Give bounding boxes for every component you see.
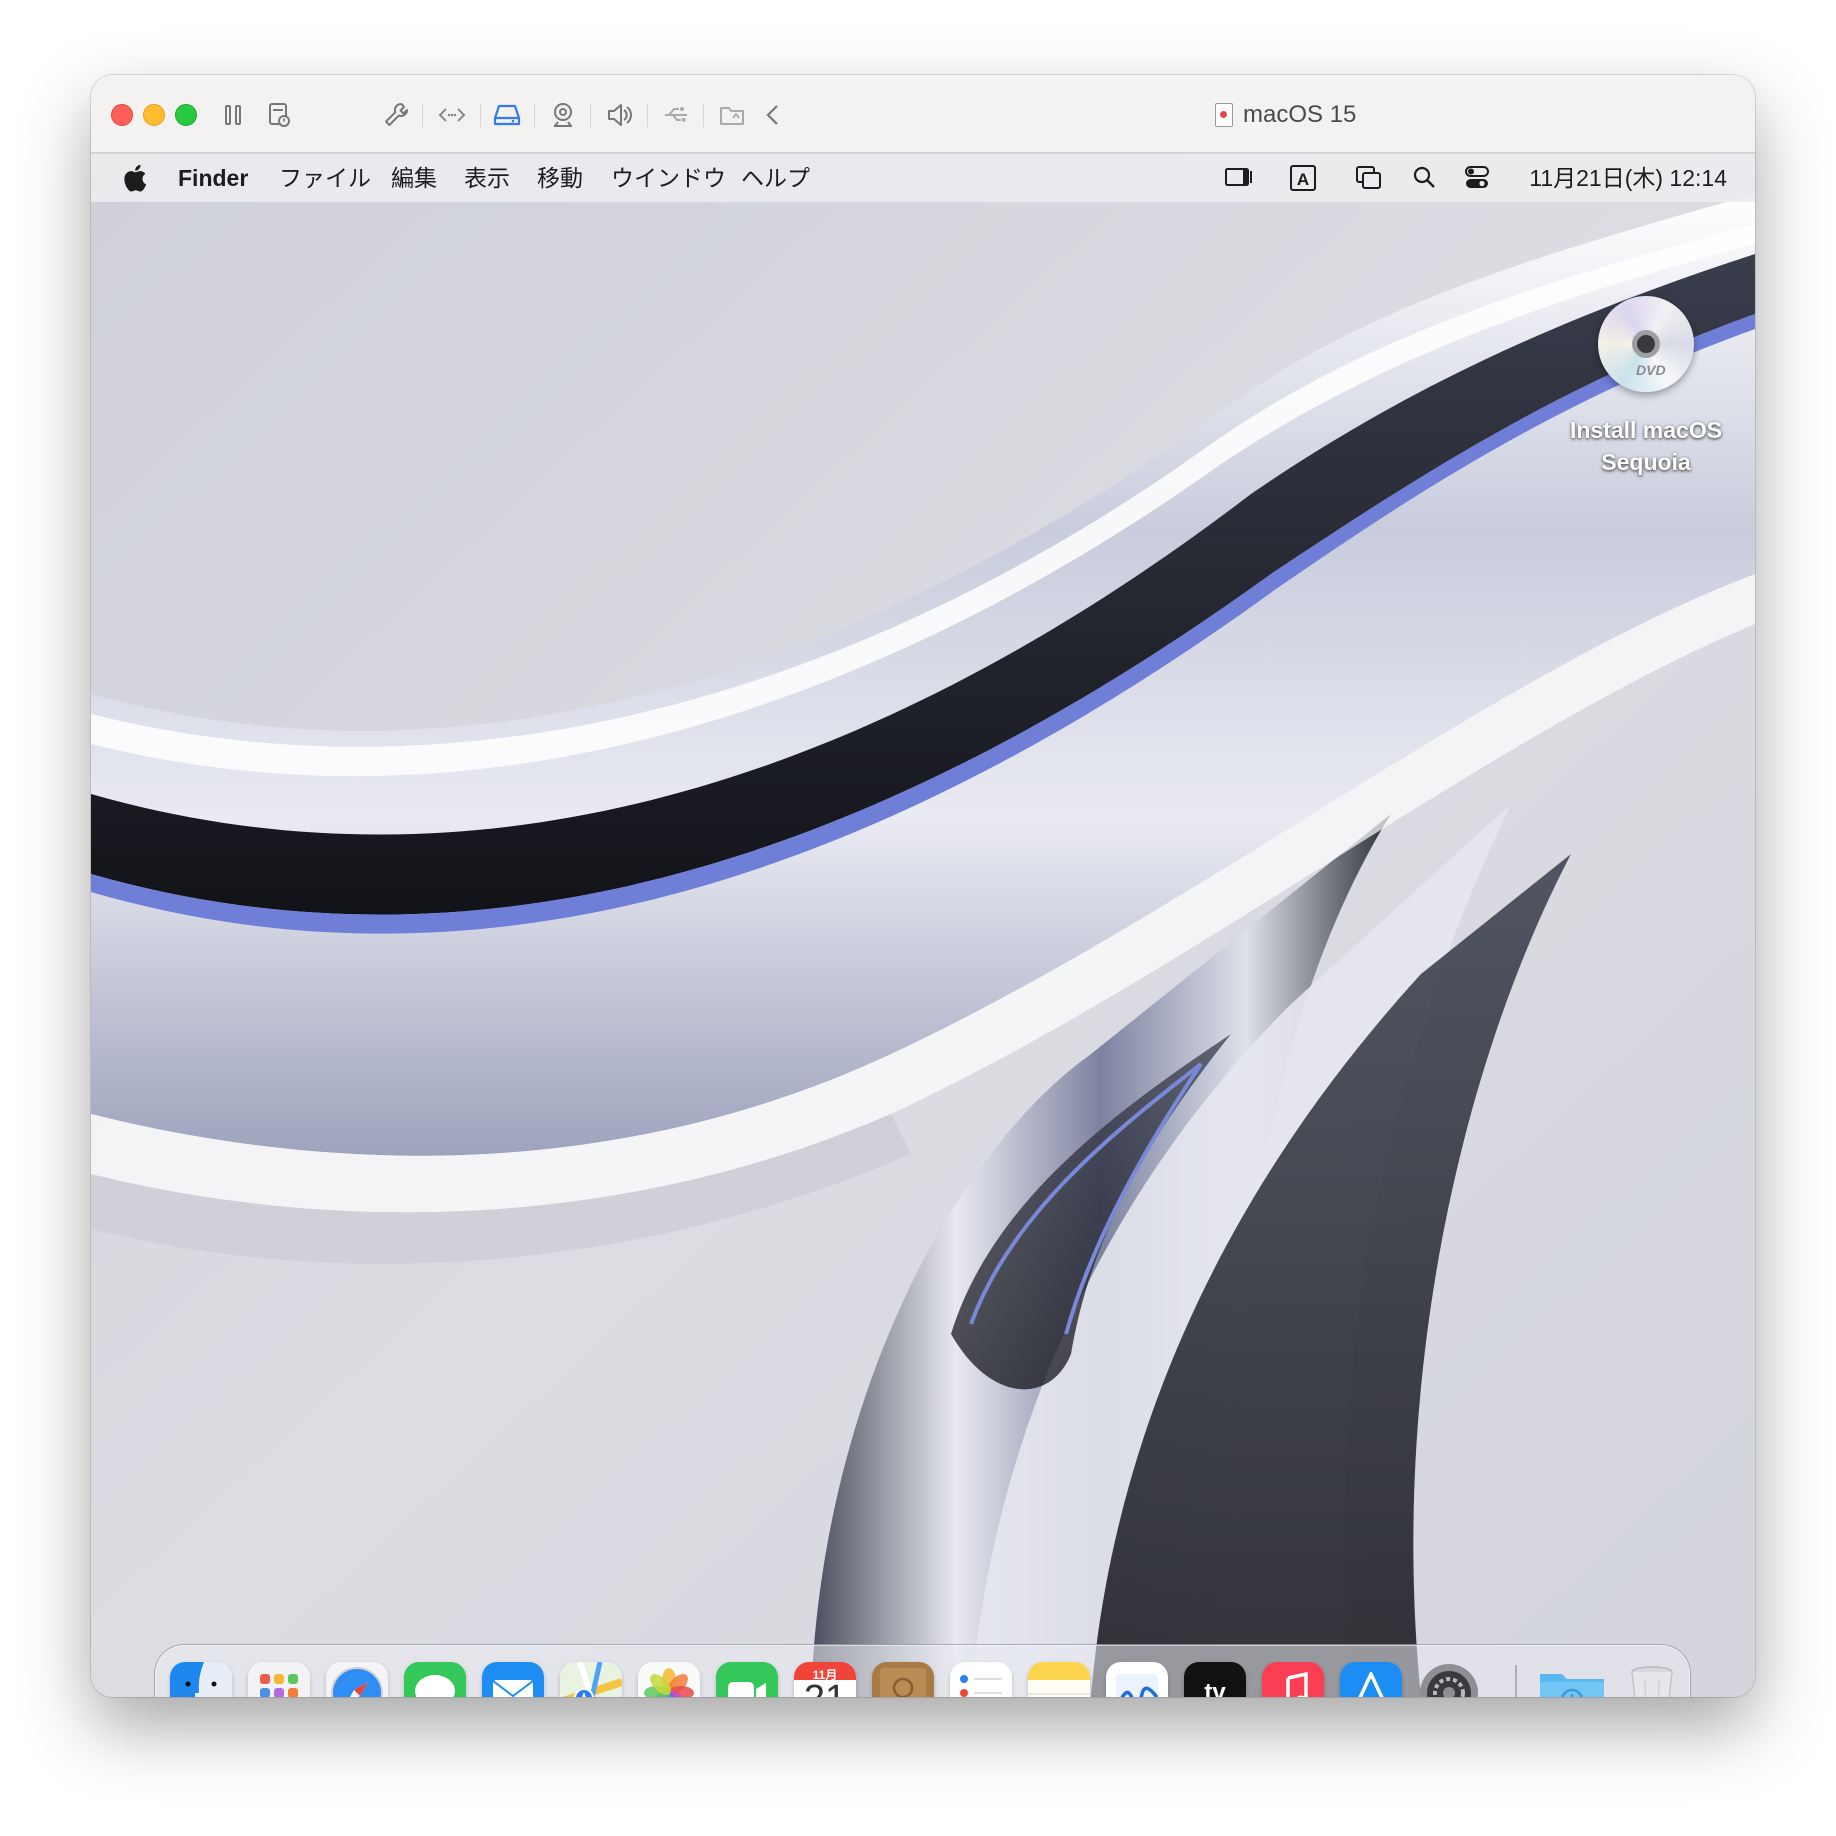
dvd-icon[interactable]: DVD: [1598, 296, 1694, 392]
tv-label: tv: [1204, 1679, 1226, 1697]
document-icon: [1215, 103, 1233, 127]
dvd-label: DVD: [1636, 362, 1666, 378]
chevron-left-icon[interactable]: [755, 97, 791, 133]
photos-icon: [638, 1662, 700, 1697]
freeform-icon: [1106, 1662, 1168, 1697]
music-icon: [1262, 1662, 1324, 1697]
safari-icon: [326, 1662, 388, 1697]
menu-go[interactable]: 移動: [537, 154, 583, 202]
input-source-icon[interactable]: A: [1287, 163, 1319, 193]
desktop-item-label: Install macOS Sequoia: [1561, 414, 1731, 478]
dock: 11月 21 tv: [154, 1644, 1691, 1697]
wrench-icon[interactable]: [378, 97, 414, 133]
dock-downloads[interactable]: [1537, 1662, 1607, 1697]
menubar-clock[interactable]: 11月21日(木) 12:14: [1529, 154, 1727, 202]
reminders-icon: [950, 1662, 1012, 1697]
minimize-button[interactable]: [143, 104, 165, 126]
code-icon[interactable]: [434, 97, 470, 133]
dock-finder[interactable]: [170, 1662, 232, 1697]
camera-icon[interactable]: [545, 97, 581, 133]
dock-system-settings[interactable]: [1418, 1662, 1480, 1697]
mail-icon: [482, 1662, 544, 1697]
window-title-text: macOS 15: [1243, 101, 1357, 128]
shared-folder-icon[interactable]: [714, 97, 750, 133]
contacts-icon: [872, 1662, 934, 1697]
dock-notes[interactable]: [1028, 1662, 1090, 1697]
dock-trash[interactable]: [1621, 1662, 1683, 1697]
dock-safari[interactable]: [326, 1662, 388, 1697]
trash-icon: [1631, 1666, 1673, 1697]
dock-reminders[interactable]: [950, 1662, 1012, 1697]
dock-launchpad[interactable]: [248, 1662, 310, 1697]
dock-messages[interactable]: [404, 1662, 466, 1697]
display-icon[interactable]: [1223, 163, 1255, 193]
app-store-icon: [1340, 1662, 1402, 1697]
dock-calendar[interactable]: 11月 21: [794, 1662, 856, 1697]
control-center-icon[interactable]: [1461, 163, 1493, 193]
dock-maps[interactable]: [560, 1662, 622, 1697]
launchpad-icon: [248, 1662, 310, 1697]
desktop-item-label-line2: Sequoia: [1601, 449, 1691, 475]
apple-menu-icon[interactable]: [121, 163, 147, 193]
menu-view[interactable]: 表示: [464, 154, 510, 202]
desktop-item-install-macos[interactable]: DVD Install macOS Sequoia: [1561, 296, 1731, 478]
gear-icon: [1420, 1664, 1478, 1697]
window-title: macOS 15: [1215, 97, 1356, 133]
dock-facetime[interactable]: [716, 1662, 778, 1697]
pause-icon[interactable]: [215, 97, 251, 133]
guest-desktop: Finder ファイル 編集 表示 移動 ウインドウ ヘルプ A 11月21日(…: [91, 154, 1755, 1697]
downloads-folder-icon: [1540, 1674, 1604, 1697]
menu-finder[interactable]: Finder: [178, 154, 248, 202]
wallpaper: [91, 154, 1755, 1697]
menu-help[interactable]: ヘルプ: [741, 154, 810, 202]
vm-window: macOS 15 Finder ファイル 編集 表示 移動 ウインドウ ヘルプ …: [91, 75, 1755, 1697]
menu-edit[interactable]: 編集: [391, 154, 437, 202]
close-button[interactable]: [111, 104, 133, 126]
dock-freeform[interactable]: [1106, 1662, 1168, 1697]
menu-window[interactable]: ウインドウ: [611, 154, 726, 202]
maps-icon: [560, 1662, 622, 1697]
window-switch-icon[interactable]: [1353, 163, 1385, 193]
desktop-item-label-line1: Install macOS: [1569, 417, 1723, 443]
snapshot-icon[interactable]: [261, 97, 297, 133]
dock-photos[interactable]: [638, 1662, 700, 1697]
dock-mail[interactable]: [482, 1662, 544, 1697]
spotlight-search-icon[interactable]: [1409, 163, 1441, 193]
vm-titlebar: macOS 15: [91, 75, 1755, 153]
finder-icon: [170, 1662, 232, 1697]
facetime-icon: [716, 1662, 778, 1697]
dock-music[interactable]: [1262, 1662, 1324, 1697]
menu-file[interactable]: ファイル: [279, 154, 371, 202]
notes-icon: [1028, 1662, 1090, 1697]
speaker-icon[interactable]: [601, 97, 637, 133]
drive-icon[interactable]: [489, 97, 525, 133]
messages-icon: [404, 1662, 466, 1697]
menu-bar: Finder ファイル 編集 表示 移動 ウインドウ ヘルプ A 11月21日(…: [91, 154, 1755, 202]
dock-app-store[interactable]: [1340, 1662, 1402, 1697]
calendar-day: 21: [794, 1678, 856, 1697]
dock-contacts[interactable]: [872, 1662, 934, 1697]
dock-tv[interactable]: tv: [1184, 1662, 1246, 1697]
dock-divider: [1515, 1665, 1517, 1697]
input-source-label: A: [1297, 170, 1309, 189]
maximize-button[interactable]: [175, 104, 197, 126]
usb-icon[interactable]: [658, 97, 694, 133]
